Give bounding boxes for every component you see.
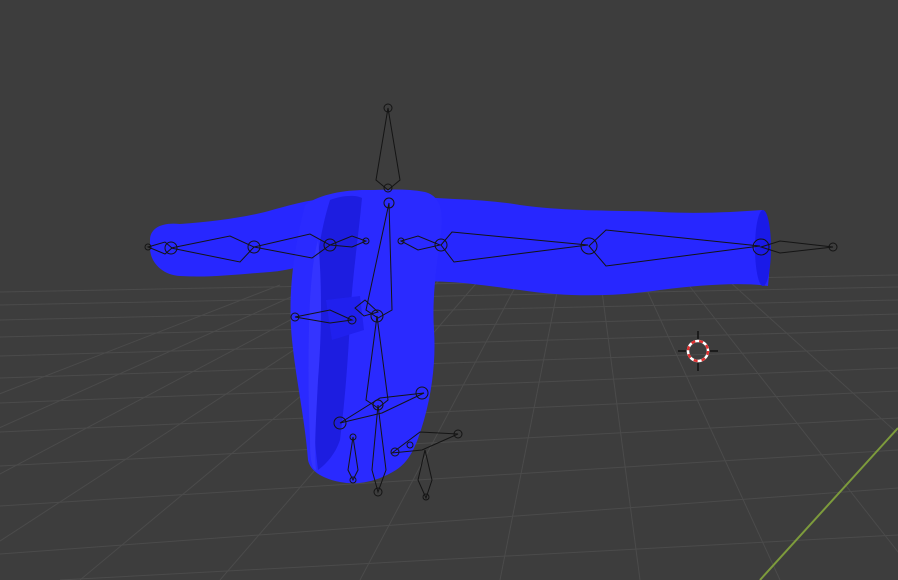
- 3d-viewport[interactable]: [0, 0, 898, 580]
